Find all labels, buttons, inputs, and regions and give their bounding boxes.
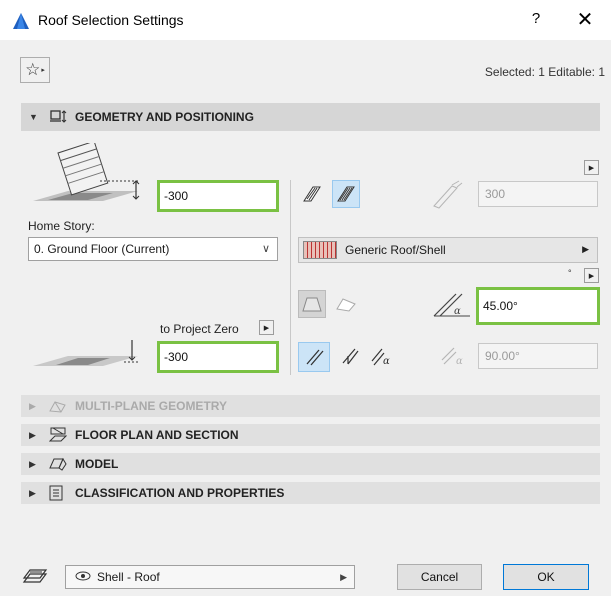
home-offset-input[interactable]: -300 bbox=[157, 180, 279, 212]
section-title: FLOOR PLAN AND SECTION bbox=[75, 428, 239, 442]
pitch-angle-input[interactable]: 45.00° bbox=[476, 287, 600, 325]
single-plane-roof-icon bbox=[302, 297, 322, 312]
triangle-right-icon: ▶ bbox=[588, 164, 595, 172]
home-story-value: 0. Ground Floor (Current) bbox=[34, 242, 170, 256]
edge-vertical-button[interactable] bbox=[336, 342, 364, 370]
help-button[interactable]: ? bbox=[526, 10, 546, 27]
triangle-right-icon: ▶ bbox=[263, 324, 270, 332]
expand-triangle-icon: ▶ bbox=[29, 400, 36, 411]
edge-vertical-icon bbox=[342, 348, 359, 365]
to-project-zero-label: to Project Zero bbox=[160, 322, 239, 336]
edge-angle-input[interactable]: 90.00° bbox=[478, 343, 598, 369]
edge-perpendicular-button[interactable] bbox=[298, 342, 330, 372]
selection-info: Selected: 1 Editable: 1 bbox=[484, 65, 605, 79]
thickness-input[interactable]: 300 bbox=[478, 181, 598, 207]
edge-angle-icon: α bbox=[440, 342, 474, 370]
svg-text:α: α bbox=[454, 306, 461, 317]
layer-select[interactable]: Shell - Roof ▶ bbox=[65, 565, 355, 589]
composite-structure-button[interactable] bbox=[332, 180, 360, 208]
multi-plane-roof-button[interactable] bbox=[332, 290, 360, 318]
roof-tool-icon bbox=[12, 12, 30, 30]
home-story-select[interactable]: 0. Ground Floor (Current) ∨ bbox=[28, 237, 278, 261]
project-zero-input[interactable]: -300 bbox=[157, 341, 279, 373]
building-material-value: Generic Roof/Shell bbox=[345, 243, 446, 257]
close-button[interactable]: ✕ bbox=[573, 7, 597, 32]
material-swatch-icon bbox=[303, 241, 337, 259]
project-zero-illustration bbox=[28, 328, 148, 373]
eye-icon bbox=[75, 570, 91, 584]
triangle-right-icon: ▶ bbox=[340, 572, 347, 582]
document-list-icon bbox=[49, 485, 69, 501]
composite-structure-icon bbox=[337, 186, 355, 202]
multi-plane-icon bbox=[49, 399, 69, 413]
project-zero-menu-button[interactable]: ▶ bbox=[259, 320, 274, 335]
model-icon bbox=[49, 457, 69, 471]
expand-triangle-icon: ▶ bbox=[29, 429, 36, 440]
multi-plane-roof-icon bbox=[336, 298, 356, 312]
structure-options-button[interactable]: ▶ bbox=[584, 160, 599, 175]
floor-plan-section-icon bbox=[49, 427, 69, 443]
building-material-select[interactable]: Generic Roof/Shell ▶ bbox=[298, 237, 598, 263]
basic-structure-icon bbox=[303, 186, 321, 202]
column-divider bbox=[290, 180, 291, 375]
section-classification-header[interactable]: ▶ CLASSIFICATION AND PROPERTIES bbox=[21, 482, 600, 504]
section-title: MODEL bbox=[75, 457, 119, 471]
thickness-icon bbox=[430, 180, 464, 210]
chevron-down-icon: ∨ bbox=[261, 243, 270, 255]
section-floorplan-header[interactable]: ▶ FLOOR PLAN AND SECTION bbox=[21, 424, 600, 446]
section-title: MULTI-PLANE GEOMETRY bbox=[75, 399, 227, 413]
expand-triangle-icon: ▶ bbox=[29, 487, 36, 498]
home-offset-illustration bbox=[28, 140, 148, 218]
edge-custom-angle-button[interactable]: α bbox=[368, 342, 400, 370]
layer-value: Shell - Roof bbox=[97, 570, 160, 584]
section-geometry-header[interactable]: ▼ GEOMETRY AND POSITIONING bbox=[21, 103, 600, 131]
svg-text:α: α bbox=[383, 356, 390, 367]
collapse-triangle-icon: ▼ bbox=[29, 112, 38, 122]
layer-icon bbox=[22, 564, 48, 586]
section-model-header[interactable]: ▶ MODEL bbox=[21, 453, 600, 475]
favorites-button[interactable]: ☆ ▸ bbox=[20, 57, 50, 83]
section-title: GEOMETRY AND POSITIONING bbox=[75, 110, 254, 124]
svg-text:α: α bbox=[456, 356, 463, 367]
section-title: CLASSIFICATION AND PROPERTIES bbox=[75, 486, 285, 500]
angle-unit-mark: ° bbox=[568, 268, 572, 278]
edge-perpendicular-icon bbox=[306, 349, 324, 366]
ok-button[interactable]: OK bbox=[503, 564, 589, 590]
geometry-positioning-icon bbox=[49, 109, 69, 125]
angle-options-button[interactable]: ▶ bbox=[584, 268, 599, 283]
single-plane-roof-button[interactable] bbox=[298, 290, 326, 318]
dropdown-arrow-icon: ▸ bbox=[41, 67, 45, 74]
basic-structure-button[interactable] bbox=[298, 180, 326, 208]
window-title: Roof Selection Settings bbox=[38, 12, 184, 28]
pitch-angle-icon: α bbox=[432, 290, 472, 320]
triangle-right-icon: ▶ bbox=[582, 244, 589, 254]
edge-custom-angle-icon: α bbox=[371, 348, 390, 367]
home-story-label: Home Story: bbox=[28, 219, 95, 233]
star-icon: ☆ bbox=[25, 60, 41, 79]
expand-triangle-icon: ▶ bbox=[29, 458, 36, 469]
section-multiplane-header[interactable]: ▶ MULTI-PLANE GEOMETRY bbox=[21, 395, 600, 417]
cancel-button[interactable]: Cancel bbox=[397, 564, 482, 590]
triangle-right-icon: ▶ bbox=[588, 272, 595, 280]
